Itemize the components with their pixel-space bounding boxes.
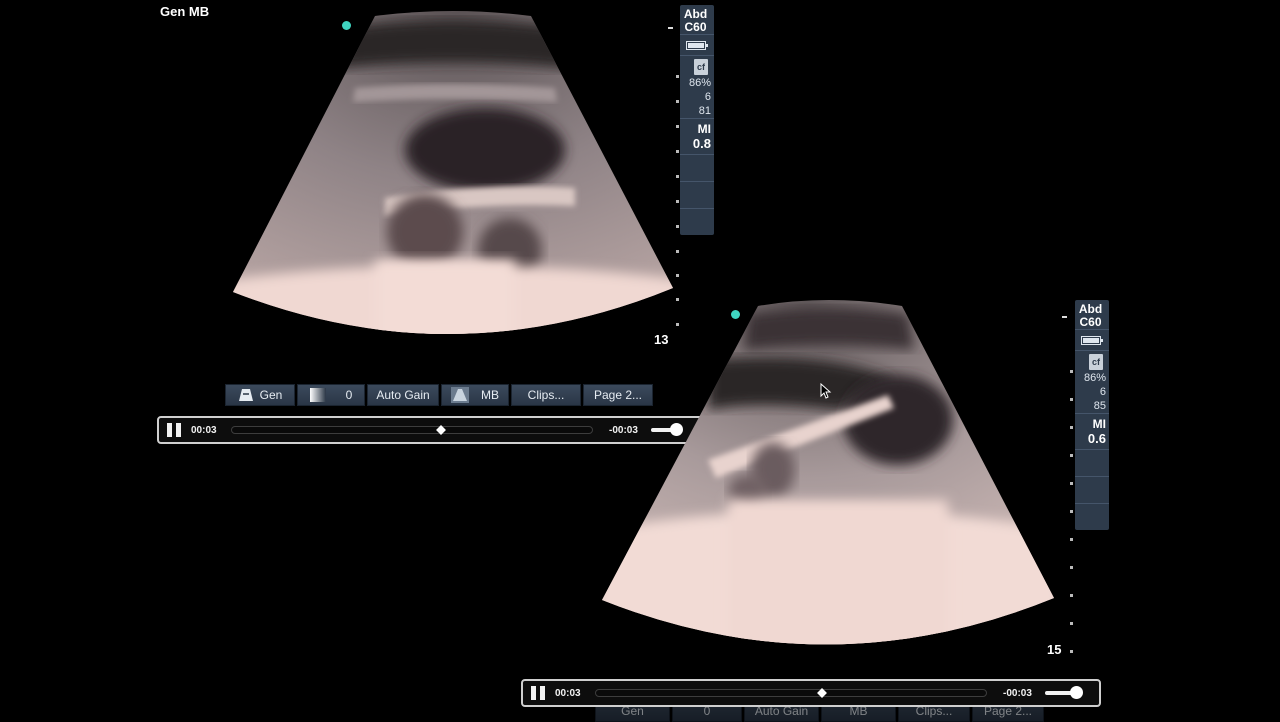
- depth-value-bottom: 15: [1047, 642, 1062, 657]
- mi-value: 0.8: [692, 136, 711, 151]
- panel-slot: [680, 208, 714, 235]
- scale-dot: [1070, 482, 1073, 485]
- scale-dot: [676, 200, 679, 203]
- seek-bar[interactable]: [595, 688, 987, 698]
- scale-dot: [1070, 398, 1073, 401]
- seek-thumb[interactable]: [817, 688, 828, 698]
- scale-dot: [1070, 454, 1073, 457]
- cf-percent: 86%: [1083, 372, 1106, 384]
- video-player-bottom: 00:03 -00:03: [521, 679, 1101, 707]
- auto-gain-button[interactable]: Auto Gain: [367, 384, 439, 406]
- depth-tick: [1062, 316, 1067, 318]
- gen-button[interactable]: Gen: [225, 384, 295, 406]
- mi-label: MI: [1092, 417, 1106, 431]
- probe-model: C60: [684, 20, 707, 34]
- orientation-marker-bottom: [731, 310, 740, 319]
- panel-slot: [1075, 476, 1109, 503]
- panel-slot: [1075, 449, 1109, 476]
- panel-slot: [680, 154, 714, 181]
- mode-label: Gen MB: [160, 4, 210, 19]
- battery-icon: [1075, 329, 1109, 350]
- scale-dot: [676, 250, 679, 253]
- probe-model: C60: [1079, 315, 1102, 329]
- scale-dot: [676, 150, 679, 153]
- gain-gradient-icon: [309, 388, 326, 402]
- panel-slot: [680, 181, 714, 208]
- seek-thumb[interactable]: [435, 425, 446, 435]
- clips-label: Clips...: [527, 388, 565, 402]
- scale-dot: [1070, 510, 1073, 513]
- gen-label: Gen: [259, 388, 283, 402]
- mi-label: MI: [697, 122, 711, 136]
- cf-value-1: 6: [704, 91, 711, 103]
- probe-icon: [238, 389, 253, 401]
- scale-dot: [676, 225, 679, 228]
- cf-percent: 86%: [688, 77, 711, 89]
- ultrasound-image-top: [233, 11, 673, 335]
- scale-dot: [676, 175, 679, 178]
- mi-value: 0.6: [1087, 431, 1106, 446]
- seek-bar[interactable]: [231, 425, 593, 435]
- elapsed-time: 00:03: [555, 687, 581, 699]
- cf-value-1: 6: [1099, 386, 1106, 398]
- orientation-marker-top: [342, 21, 351, 30]
- gain-button[interactable]: 0: [297, 384, 365, 406]
- color-flow-badge: cf: [1088, 354, 1103, 370]
- color-flow-badge: cf: [693, 59, 708, 75]
- volume-slider[interactable]: [1045, 686, 1083, 699]
- mb-button[interactable]: MB: [441, 384, 509, 406]
- panel-slot: [1075, 503, 1109, 530]
- cf-value-2: 85: [1093, 400, 1106, 412]
- pause-button[interactable]: [531, 686, 545, 700]
- depth-tick: [668, 27, 673, 29]
- scale-dot: [1070, 622, 1073, 625]
- imaging-toolbar: Gen 0 Auto Gain MB Clips... Page 2...: [225, 384, 653, 406]
- auto-gain-label: Auto Gain: [376, 388, 430, 402]
- info-panel-bottom: Abd C60 cf 86% 6 85 MI 0.6: [1075, 300, 1109, 530]
- elapsed-time: 00:03: [191, 424, 217, 436]
- scale-dot: [1070, 650, 1073, 653]
- remaining-time: -00:03: [1003, 687, 1032, 699]
- ultrasound-image-bottom: [602, 300, 1054, 645]
- probe-label: Abd C60: [680, 5, 714, 34]
- scale-dot: [1070, 566, 1073, 569]
- scale-dot: [676, 75, 679, 78]
- scale-dot: [1070, 538, 1073, 541]
- mb-label: MB: [481, 388, 499, 402]
- scale-dot: [1070, 370, 1073, 373]
- battery-icon: [680, 34, 714, 55]
- scale-dot: [676, 100, 679, 103]
- scale-dot: [1070, 594, 1073, 597]
- pause-button[interactable]: [167, 423, 181, 437]
- scale-dot: [676, 125, 679, 128]
- volume-knob[interactable]: [1070, 686, 1083, 699]
- mouse-cursor-icon: [820, 383, 832, 399]
- cf-value-2: 81: [698, 105, 711, 117]
- probe-label: Abd C60: [1075, 300, 1109, 329]
- gain-value: 0: [345, 388, 353, 402]
- scale-dot: [1070, 426, 1073, 429]
- sector-icon: [451, 387, 469, 403]
- scale-dot: [676, 274, 679, 277]
- info-panel-top: Abd C60 cf 86% 6 81 MI 0.8: [680, 5, 714, 235]
- clips-button[interactable]: Clips...: [511, 384, 581, 406]
